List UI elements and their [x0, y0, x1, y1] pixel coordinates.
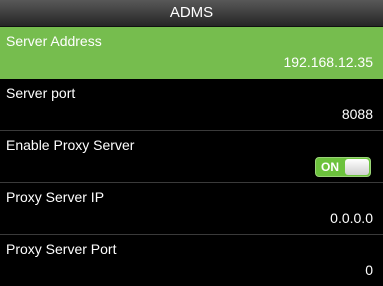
setting-label: Proxy Server IP — [6, 189, 105, 205]
setting-value: 0 — [365, 262, 373, 278]
proxy-toggle-switch[interactable]: ON — [315, 157, 371, 177]
setting-server-port[interactable]: Server port 8088 — [0, 79, 383, 131]
setting-label: Server port — [6, 85, 76, 101]
adms-settings-screen: ADMS Server Address 192.168.12.35 Server… — [0, 0, 383, 282]
setting-proxy-server-ip[interactable]: Proxy Server IP 0.0.0.0 — [0, 183, 383, 235]
setting-value: 192.168.12.35 — [283, 54, 373, 70]
setting-server-address[interactable]: Server Address 192.168.12.35 — [0, 27, 383, 79]
setting-enable-proxy-server[interactable]: Enable Proxy Server ON — [0, 131, 383, 183]
setting-value: 8088 — [341, 106, 373, 122]
setting-label: Proxy Server Port — [6, 241, 117, 257]
page-title: ADMS — [0, 0, 383, 27]
setting-value: 0.0.0.0 — [330, 210, 373, 226]
setting-proxy-server-port[interactable]: Proxy Server Port 0 — [0, 235, 383, 286]
toggle-state-label: ON — [321, 160, 339, 174]
toggle-knob — [345, 159, 369, 175]
setting-label: Server Address — [6, 33, 102, 49]
setting-label: Enable Proxy Server — [6, 137, 135, 153]
